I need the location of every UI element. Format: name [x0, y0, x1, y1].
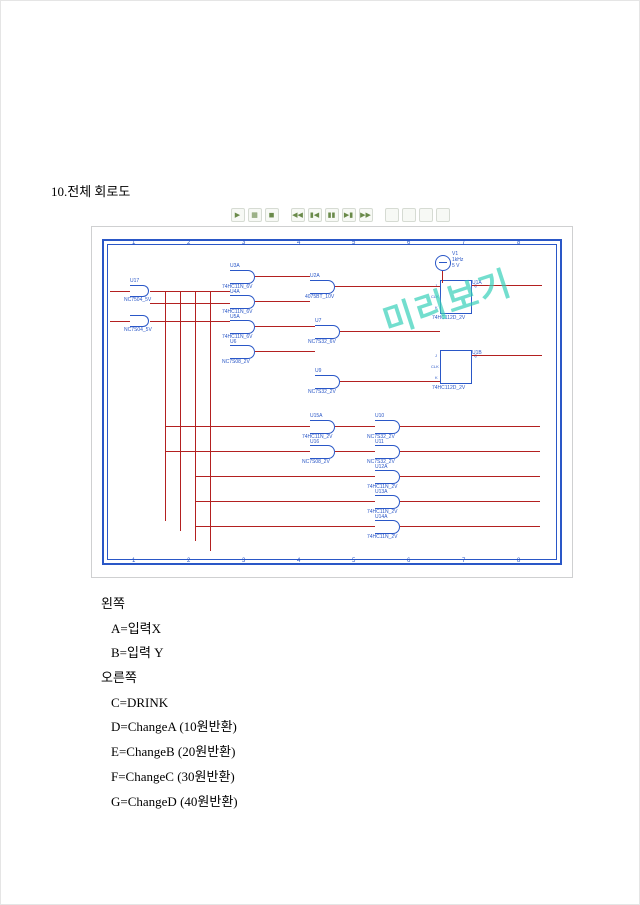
gate-u2a[interactable]: [310, 280, 335, 294]
u5a-type: 74HC11N_6V: [222, 334, 252, 340]
u11-ref: U11: [375, 439, 384, 445]
gate-u12a[interactable]: [375, 470, 400, 484]
legend-item-a: A=입력X: [101, 617, 589, 642]
u1a-type: 74HC112D_2V: [432, 315, 465, 321]
voltage-source-v1[interactable]: [435, 255, 451, 271]
u6-type: NC7S08_2V: [222, 359, 250, 365]
u7-ref: U7: [315, 318, 321, 324]
u2a-ref: U2A: [310, 273, 320, 279]
stop-button[interactable]: ◼: [265, 208, 279, 222]
u14a-type: 74HC11N_2V: [367, 534, 397, 540]
gate-u15a[interactable]: [310, 420, 335, 434]
legend-right-label: 오른쪽: [101, 666, 589, 691]
section-title-text: 전체 회로도: [67, 184, 130, 199]
step-back-button[interactable]: ▮◀: [308, 208, 322, 222]
gate-u10[interactable]: [375, 420, 400, 434]
gate-u11[interactable]: [375, 445, 400, 459]
u16-ref: U16: [310, 439, 319, 445]
grid-button[interactable]: ▦: [248, 208, 262, 222]
legend-item-d: D=ChangeA (10원반환): [101, 715, 589, 740]
play-button[interactable]: ▶: [231, 208, 245, 222]
section-title: 10.전체 회로도: [51, 181, 589, 200]
schematic-viewport[interactable]: 1 2 3 4 5 6 7 8 1 2 3 4 5 6 7 8 V1 1kHz …: [91, 226, 573, 578]
tool-button-4[interactable]: [436, 208, 450, 222]
u18-type: NC7S04_5V: [124, 327, 152, 333]
u14a-ref: U14A: [375, 514, 388, 520]
u16-type: NC7S08_2V: [302, 459, 330, 465]
tool-button-1[interactable]: [385, 208, 399, 222]
gate-u17[interactable]: [130, 285, 149, 297]
u12a-ref: U12A: [375, 464, 388, 470]
tool-button-2[interactable]: [402, 208, 416, 222]
u1b-type: 74HC112D_2V: [432, 385, 465, 391]
flipflop-u1b[interactable]: J CLK K Q: [440, 350, 472, 384]
tool-button-3[interactable]: [419, 208, 433, 222]
legend-item-g: G=ChangeD (40원반환): [101, 790, 589, 815]
u10-ref: U10: [375, 413, 384, 419]
gate-u18[interactable]: [130, 315, 149, 327]
legend: 왼쪽 A=입력X B=입력 Y 오른쪽 C=DRINK D=ChangeA (1…: [101, 592, 589, 814]
u2a-type: 4075BT_10V: [305, 294, 334, 300]
legend-item-c: C=DRINK: [101, 691, 589, 716]
u7-type: NC7S32_6V: [308, 339, 336, 345]
section-number: 10.: [51, 184, 67, 199]
u17-ref: U17: [130, 278, 139, 284]
gate-u7[interactable]: [315, 325, 340, 339]
gate-u6[interactable]: [230, 345, 255, 359]
u5a-ref: U5A: [230, 314, 240, 320]
v1-volt: 5 V: [452, 263, 460, 269]
schematic-canvas: V1 1kHz 5 V U17 NC7504_5V NC7S04_5V U3A …: [110, 245, 554, 559]
legend-item-e: E=ChangeB (20원반환): [101, 740, 589, 765]
gate-u14a[interactable]: [375, 520, 400, 534]
u4a-ref: U4A: [230, 289, 240, 295]
legend-left-label: 왼쪽: [101, 592, 589, 617]
gate-u3a[interactable]: [230, 270, 255, 284]
pause-button[interactable]: ▮▮: [325, 208, 339, 222]
legend-item-f: F=ChangeC (30원반환): [101, 765, 589, 790]
gate-u9[interactable]: [315, 375, 340, 389]
u15a-ref: U15A: [310, 413, 323, 419]
sim-toolbar: ▶ ▦ ◼ ◀◀ ▮◀ ▮▮ ▶▮ ▶▶: [91, 208, 589, 222]
u9-ref: U9: [315, 368, 321, 374]
gate-u4a[interactable]: [230, 295, 255, 309]
legend-item-b: B=입력 Y: [101, 641, 589, 666]
u17-type: NC7504_5V: [124, 297, 151, 303]
gate-u16[interactable]: [310, 445, 335, 459]
step-fwd-button[interactable]: ▶▮: [342, 208, 356, 222]
u3a-ref: U3A: [230, 263, 240, 269]
flipflop-u1a[interactable]: J CLK K Q: [440, 280, 472, 314]
gate-u13a[interactable]: [375, 495, 400, 509]
u13a-ref: U13A: [375, 489, 388, 495]
fast-fwd-button[interactable]: ▶▶: [359, 208, 373, 222]
rewind-button[interactable]: ◀◀: [291, 208, 305, 222]
gate-u5a[interactable]: [230, 320, 255, 334]
u6-ref: U6: [230, 339, 236, 345]
u9-type: NC7S32_2V: [308, 389, 336, 395]
